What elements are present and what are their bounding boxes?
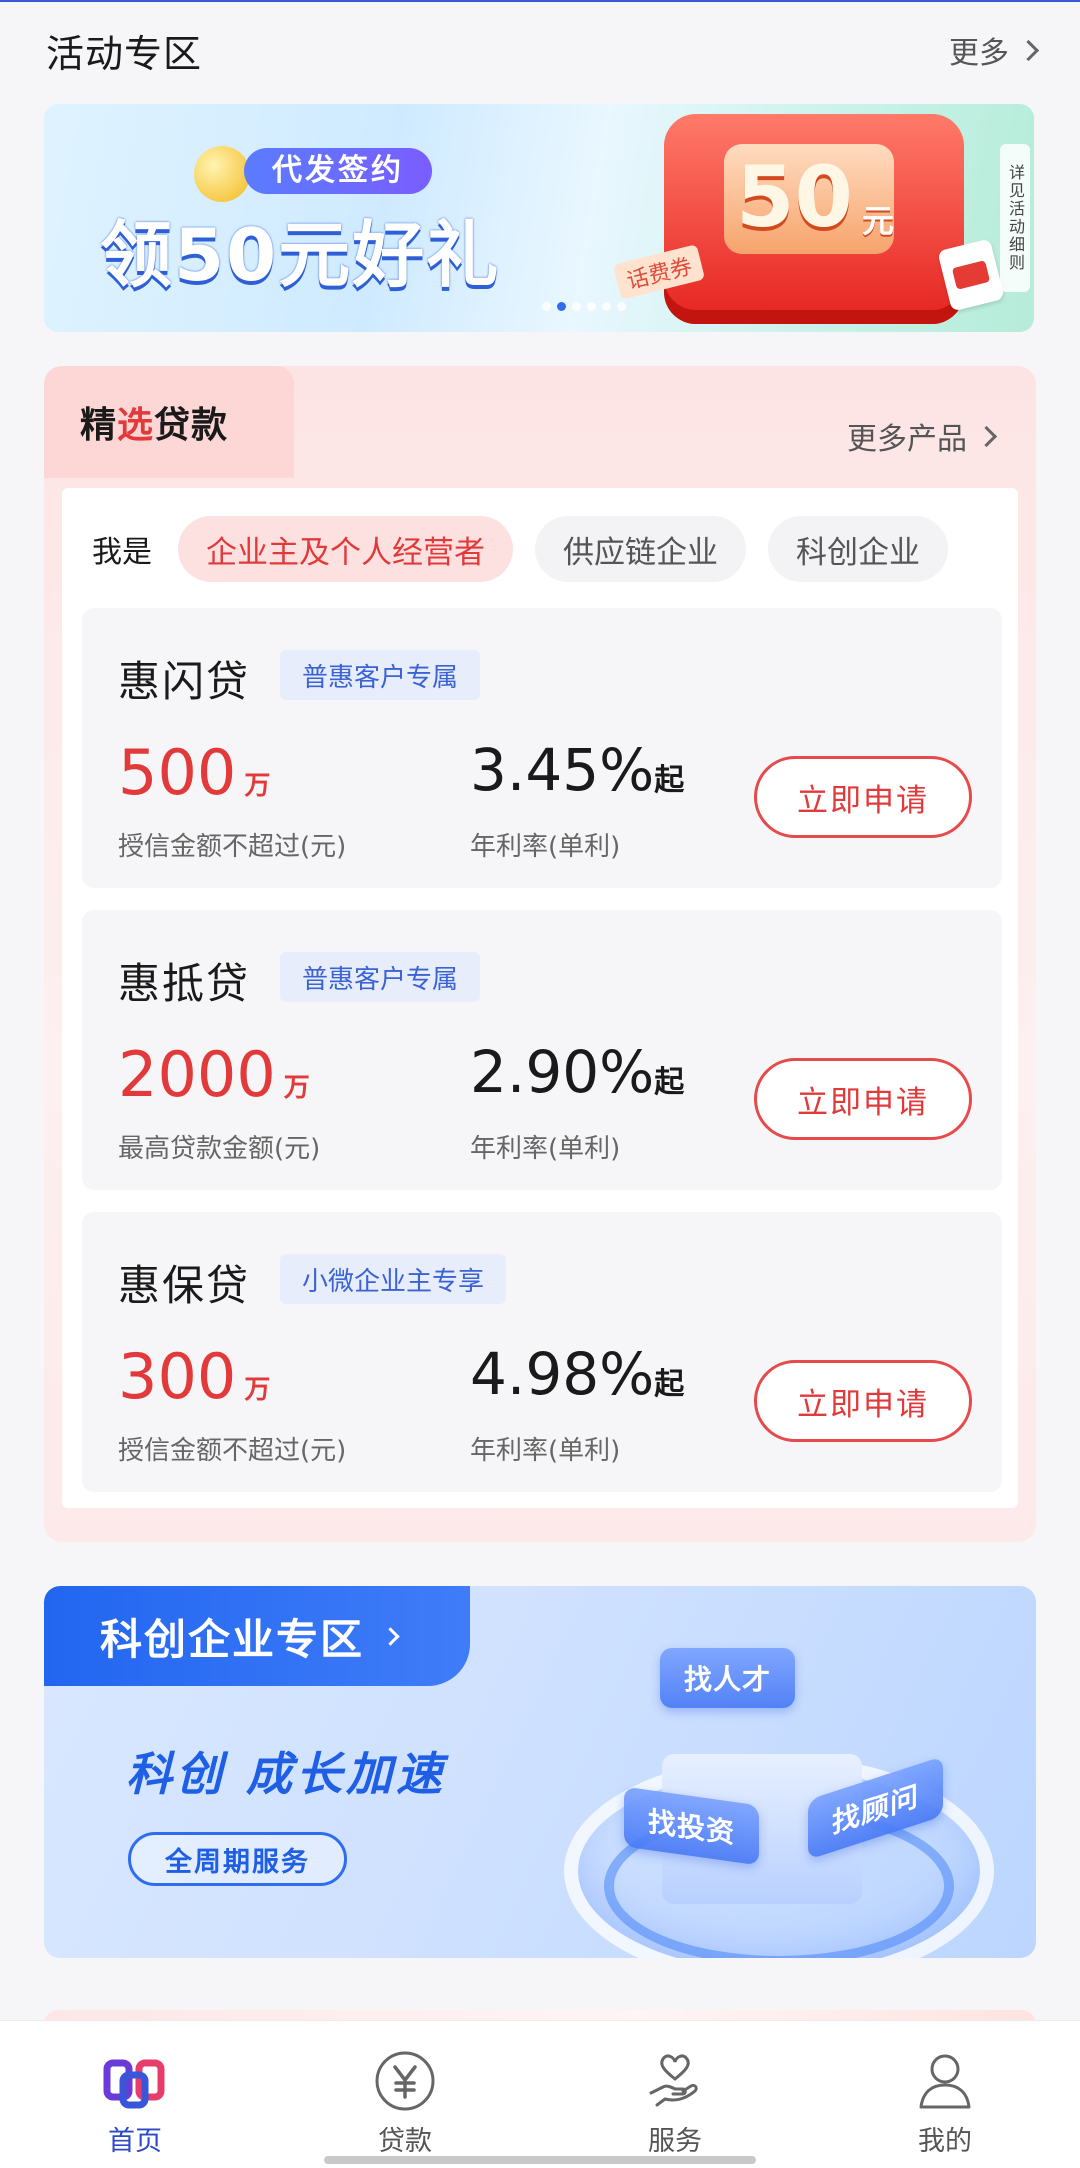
loan-rate-suffix: 起 [654, 1367, 685, 1402]
loan-amount-value: 500 [118, 736, 237, 809]
nav-mine-label: 我的 [918, 2126, 972, 2157]
segment-label: 我是 [92, 535, 152, 570]
banner-amount-unit: 元 [862, 202, 895, 240]
loan-tag: 小微企业主专享 [280, 1254, 507, 1304]
segment-business-owner[interactable]: 企业主及个人经营者 [178, 516, 513, 582]
top-accent-line [0, 0, 1080, 2]
loan-amount-label: 授信金额不超过(元) [118, 1436, 347, 1466]
loan-card[interactable]: 惠保贷 小微企业主专享 300 万 授信金额不超过(元) 4.98% 起 年利率… [82, 1212, 1002, 1492]
loan-rate-label: 年利率(单利) [470, 832, 621, 862]
segment-supply-chain[interactable]: 供应链企业 [535, 516, 746, 582]
chevron-right-icon [975, 425, 998, 447]
loan-rate-suffix: 起 [654, 763, 685, 798]
loan-amount-label: 最高贷款金额(元) [118, 1134, 321, 1164]
loan-tag: 普惠客户专属 [280, 952, 481, 1002]
activity-title: 活动专区 [46, 31, 203, 76]
banner-amount: 50 [736, 148, 853, 246]
loan-rate-suffix: 起 [654, 1065, 685, 1100]
chevron-right-icon [381, 1626, 400, 1646]
pager-dot [572, 302, 581, 311]
apply-button[interactable]: 立即申请 [754, 1058, 972, 1140]
activity-more-label: 更多 [949, 36, 1009, 71]
pager-dot [617, 302, 626, 311]
loan-card[interactable]: 惠抵贷 普惠客户专属 2000 万 最高贷款金额(元) 2.90% 起 年利率(… [82, 910, 1002, 1190]
tech-zone-title[interactable]: 科创企业专区 [44, 1586, 470, 1686]
activity-more-link[interactable]: 更多 [949, 28, 1040, 72]
loan-card[interactable]: 惠闪贷 普惠客户专属 500 万 授信金额不超过(元) 3.45% 起 年利率(… [82, 608, 1002, 888]
nav-loans[interactable]: 贷款 [270, 2021, 540, 2168]
banner-headline: 领50元好礼 [100, 213, 501, 297]
yen-circle-icon [373, 2049, 437, 2113]
more-products-link[interactable]: 更多产品 [847, 414, 998, 458]
apply-button[interactable]: 立即申请 [754, 756, 972, 838]
pager-dot [542, 302, 551, 311]
loan-name: 惠抵贷 [118, 959, 251, 1008]
apply-button[interactable]: 立即申请 [754, 1360, 972, 1442]
banner-pager [542, 302, 626, 311]
segment-tech-enterprise[interactable]: 科创企业 [768, 516, 948, 582]
loan-amount-unit: 万 [244, 771, 271, 801]
customer-type-selector: 我是 企业主及个人经营者 供应链企业 科创企业 [92, 516, 948, 582]
loan-rate: 2.90% 起 [470, 1038, 684, 1106]
banner-pill: 代发签约 [244, 148, 432, 194]
pager-dot [587, 302, 596, 311]
loan-title-part: 贷款 [154, 405, 229, 446]
loan-amount: 300 万 [118, 1340, 270, 1413]
loan-rate-value: 3.45% [470, 736, 655, 804]
home-logo-icon [103, 2049, 167, 2113]
loan-amount-unit: 万 [283, 1073, 310, 1103]
nav-home-label: 首页 [108, 2126, 162, 2157]
nav-services[interactable]: 服务 [540, 2021, 810, 2168]
loan-tag: 普惠客户专属 [280, 650, 481, 700]
person-icon [913, 2049, 977, 2113]
pager-dot-active [557, 302, 566, 311]
more-products-label: 更多产品 [847, 422, 967, 457]
loan-rate-label: 年利率(单利) [470, 1436, 621, 1466]
banner-rules-link[interactable]: 详见活动细则 [1000, 144, 1030, 292]
heart-hand-icon [643, 2049, 707, 2113]
loan-amount: 2000 万 [118, 1038, 310, 1111]
pager-dot [602, 302, 611, 311]
bottom-nav: 首页 贷款 服务 我的 [0, 2020, 1080, 2168]
loan-amount-unit: 万 [244, 1375, 271, 1405]
home-indicator[interactable] [324, 2156, 756, 2164]
nav-loans-label: 贷款 [378, 2126, 432, 2157]
loan-amount: 500 万 [118, 736, 270, 809]
loan-rate: 3.45% 起 [470, 736, 684, 804]
find-talent-chip: 找人才 [660, 1648, 796, 1708]
activity-header: 活动专区 更多 [46, 22, 1040, 78]
loan-rate-value: 4.98% [470, 1340, 655, 1408]
loan-amount-value: 2000 [118, 1038, 276, 1111]
loan-section-title: 精选贷款 [80, 396, 228, 448]
loan-rate-value: 2.90% [470, 1038, 655, 1106]
nav-home[interactable]: 首页 [0, 2021, 270, 2168]
loan-name: 惠闪贷 [118, 657, 251, 706]
coin-icon [194, 146, 250, 202]
promo-banner[interactable]: 代发签约 领50元好礼 50 元 话费券 详见活动细则 [44, 104, 1034, 332]
loan-amount-label: 授信金额不超过(元) [118, 832, 347, 862]
tech-zone-title-text: 科创企业专区 [100, 1614, 365, 1664]
tech-slogan: 科创 成长加速 [126, 1747, 447, 1801]
loan-title-highlight: 选 [117, 405, 155, 446]
loan-name: 惠保贷 [118, 1261, 251, 1310]
tech-enterprise-banner[interactable]: 科创企业专区 科创 成长加速 全周期服务 找人才 找投资 找顾问 [44, 1586, 1036, 1958]
featured-loans-section: 精选贷款 更多产品 我是 企业主及个人经营者 供应链企业 科创企业 惠闪贷 普惠… [44, 366, 1036, 1542]
chevron-right-icon [1017, 39, 1040, 61]
nav-services-label: 服务 [648, 2126, 702, 2157]
loan-rate-label: 年利率(单利) [470, 1134, 621, 1164]
loan-amount-value: 300 [118, 1340, 237, 1413]
loan-rate: 4.98% 起 [470, 1340, 684, 1408]
loan-title-part: 精 [80, 405, 118, 446]
loan-panel: 我是 企业主及个人经营者 供应链企业 科创企业 惠闪贷 普惠客户专属 500 万… [62, 488, 1018, 1508]
nav-mine[interactable]: 我的 [810, 2021, 1080, 2168]
full-cycle-service-button[interactable]: 全周期服务 [128, 1832, 347, 1886]
